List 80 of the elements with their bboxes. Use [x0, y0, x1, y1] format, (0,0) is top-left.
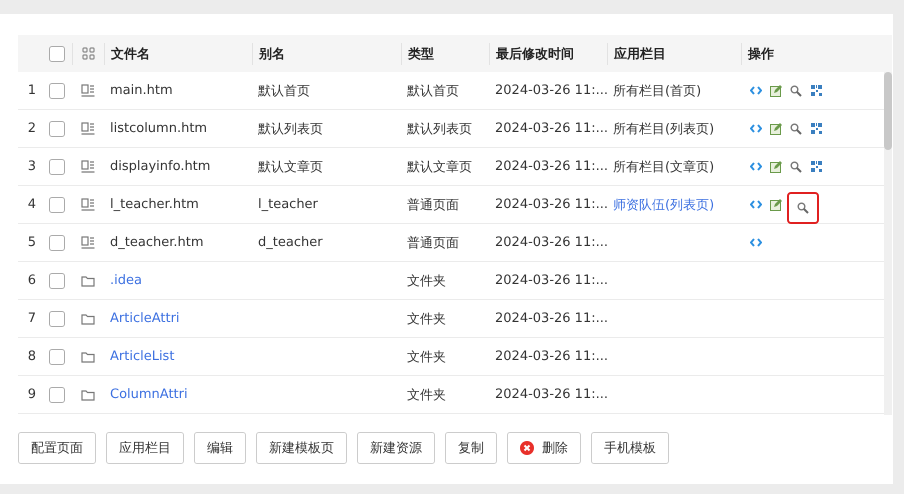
table-cell: 2024-03-26 11:...: [495, 311, 608, 326]
scrollbar-thumb[interactable]: [884, 72, 892, 150]
table-cell-text: 所有栏目(列表页): [613, 120, 714, 138]
action-button[interactable]: 应用栏目: [106, 432, 184, 464]
search-icon[interactable]: [797, 202, 809, 214]
table-cell-text: 文件夹: [407, 348, 446, 366]
row-checkbox[interactable]: [49, 120, 65, 136]
column-header: 文件名: [111, 46, 150, 62]
delete-button[interactable]: 删除: [507, 432, 581, 464]
column-header: 最后修改时间: [496, 46, 574, 62]
action-button[interactable]: 新建模板页: [256, 432, 347, 464]
table-cell-text: 默认首页: [258, 82, 310, 100]
grid-icon: [82, 47, 95, 60]
table-cell: 2024-03-26 11:...: [495, 159, 608, 174]
table-cell: d_teacher: [258, 235, 323, 250]
file-name: displayinfo.htm: [110, 159, 210, 174]
table-cell: 2024-03-26 11:...: [495, 83, 608, 98]
file-name: d_teacher.htm: [110, 235, 204, 250]
table-cell: 2024-03-26 11:...: [495, 121, 608, 136]
column-header: 应用栏目: [614, 46, 666, 62]
file-name: l_teacher.htm: [110, 197, 199, 212]
file-name: main.htm: [110, 83, 173, 98]
row-checkbox[interactable]: [49, 196, 65, 212]
row-number: 6: [28, 273, 36, 288]
row-number: 1: [28, 83, 36, 98]
row-checkbox[interactable]: [49, 158, 65, 174]
action-button[interactable]: 新建资源: [357, 432, 435, 464]
row-number: 9: [28, 387, 36, 402]
row-checkbox[interactable]: [49, 310, 65, 326]
code-icon[interactable]: [750, 124, 762, 133]
row-number: 4: [28, 197, 36, 212]
folder-link[interactable]: ArticleList: [110, 349, 174, 364]
file-name: listcolumn.htm: [110, 121, 208, 136]
table-cell: 2024-03-26 11:...: [495, 349, 608, 364]
action-button[interactable]: 配置页面: [18, 432, 96, 464]
table-cell-text: 默认文章页: [407, 158, 472, 176]
select-all-checkbox[interactable]: [49, 46, 65, 62]
table-cell-text: 文件夹: [407, 386, 446, 404]
action-button[interactable]: 手机模板: [591, 432, 669, 464]
table-cell-text: 所有栏目(首页): [613, 82, 702, 100]
row-checkbox[interactable]: [49, 348, 65, 364]
row-checkbox[interactable]: [49, 82, 65, 98]
table-cell-text: 所有栏目(文章页): [613, 158, 714, 176]
table-cell-text: 默认列表页: [407, 120, 472, 138]
table-cell-text: 普通页面: [407, 234, 459, 252]
table-cell: l_teacher: [258, 197, 318, 212]
code-icon[interactable]: [750, 238, 762, 247]
table-cell-text: 默认文章页: [258, 158, 323, 176]
table-cell: 2024-03-26 11:...: [495, 197, 608, 212]
row-number: 8: [28, 349, 36, 364]
row-number: 7: [28, 311, 36, 326]
row-number: 2: [28, 121, 36, 136]
table-cell: 2024-03-26 11:...: [495, 387, 608, 402]
table-cell-text: 文件夹: [407, 272, 446, 290]
row-number: 5: [28, 235, 36, 250]
column-header: 别名: [259, 46, 285, 62]
column-link[interactable]: 师资队伍(列表页): [613, 196, 714, 214]
row-number: 3: [28, 159, 36, 174]
code-icon[interactable]: [750, 200, 762, 209]
row-checkbox[interactable]: [49, 234, 65, 250]
column-header: 类型: [408, 46, 434, 62]
table-cell-text: 默认首页: [407, 82, 459, 100]
code-icon[interactable]: [750, 86, 762, 95]
table-cell-text: 默认列表页: [258, 120, 323, 138]
table-cell-text: 普通页面: [407, 196, 459, 214]
folder-link[interactable]: ColumnAttri: [110, 387, 188, 402]
table-cell: 2024-03-26 11:...: [495, 235, 608, 250]
highlighted-action[interactable]: [789, 194, 817, 222]
table-cell: 2024-03-26 11:...: [495, 273, 608, 288]
code-icon[interactable]: [750, 162, 762, 171]
action-button[interactable]: 编辑: [194, 432, 246, 464]
action-button[interactable]: 复制: [445, 432, 497, 464]
delete-icon: [520, 441, 534, 455]
scrollbar[interactable]: [884, 72, 892, 415]
table-cell-text: 文件夹: [407, 310, 446, 328]
row-checkbox[interactable]: [49, 272, 65, 288]
folder-link[interactable]: .idea: [110, 273, 142, 288]
folder-link[interactable]: ArticleAttri: [110, 311, 180, 326]
row-checkbox[interactable]: [49, 386, 65, 402]
column-header: 操作: [748, 46, 774, 62]
